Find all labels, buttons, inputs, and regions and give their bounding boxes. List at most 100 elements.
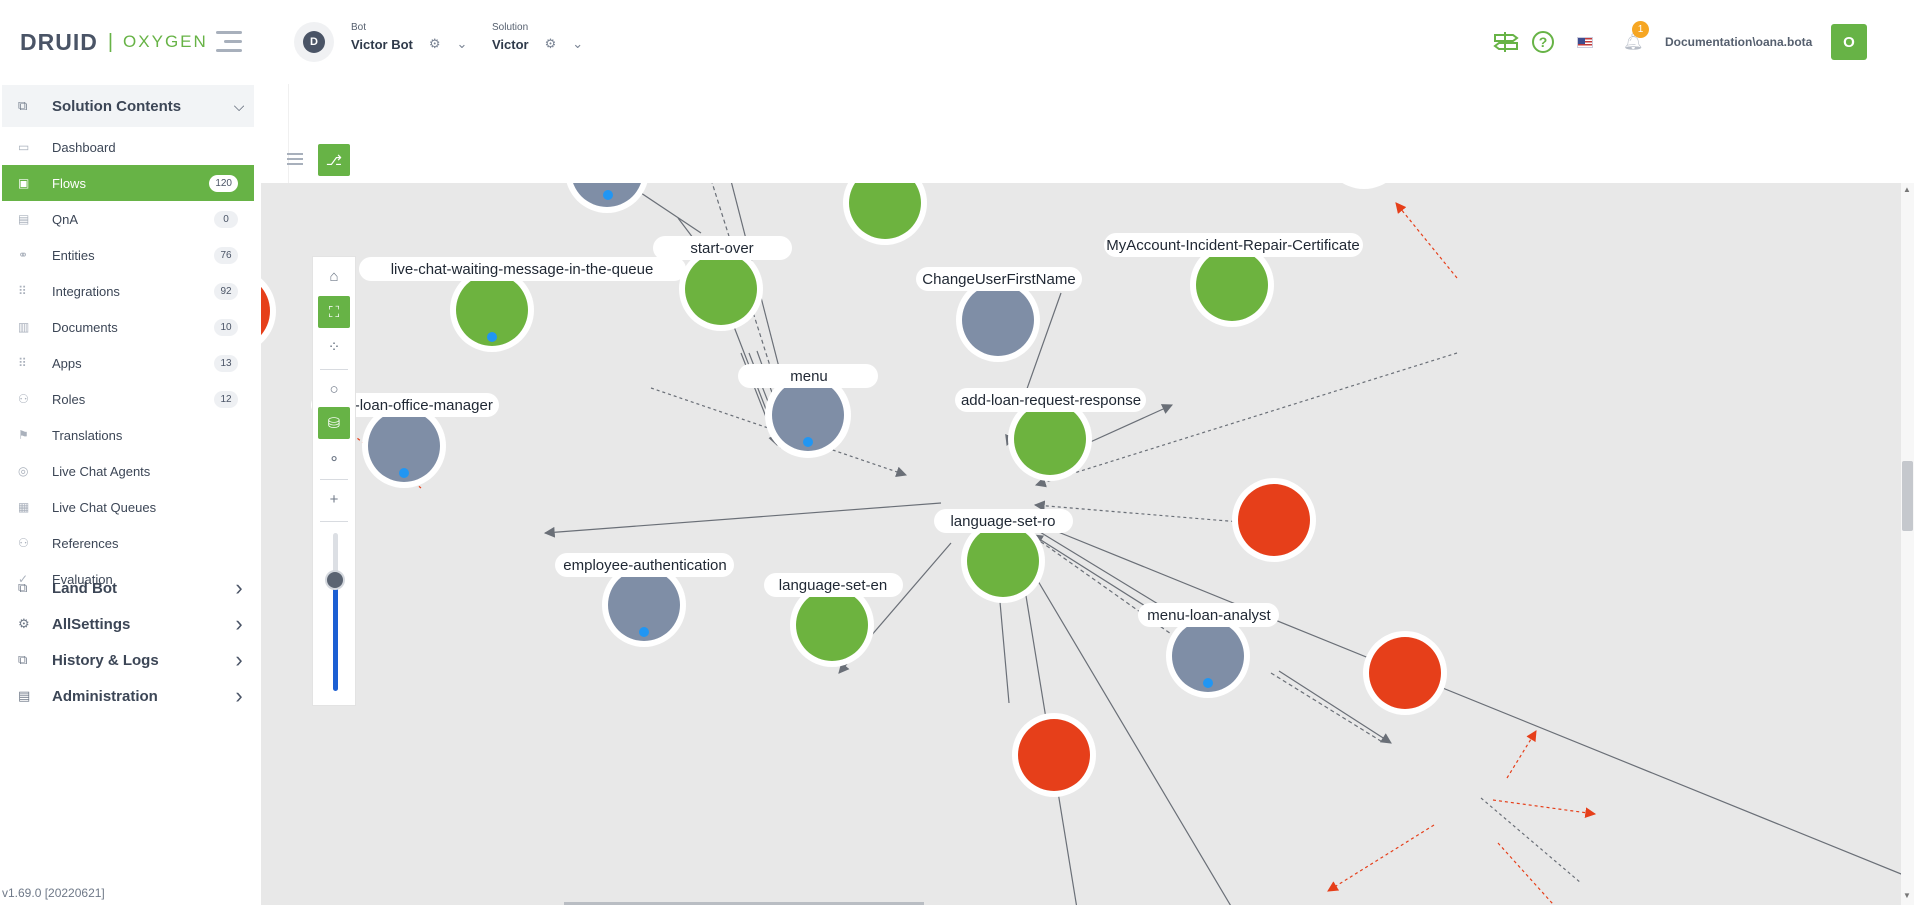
sidebar-item-label: Translations	[52, 427, 123, 443]
flows-icon: ▣	[18, 176, 30, 190]
user-name[interactable]: Documentation\oana.bota	[1665, 35, 1812, 49]
graph-node[interactable]	[565, 183, 649, 213]
sidebar-item-live-chat-agents[interactable]: ◎ Live Chat Agents	[2, 453, 254, 489]
graph-node-employee-authentication[interactable]: employee-authentication	[555, 553, 734, 647]
graph-node-menu[interactable]: menu	[738, 364, 878, 458]
count-badge: 76	[214, 246, 238, 264]
vertical-scrollbar[interactable]: ▲ ▼	[1901, 183, 1914, 905]
list-view-icon[interactable]	[287, 153, 303, 165]
zoom-slider-handle[interactable]	[325, 570, 345, 591]
sidebar-item-references[interactable]: ⚇ References	[2, 525, 254, 561]
bot-avatar: D	[294, 22, 334, 62]
sidebar-section-administration[interactable]: ▤ Administration ›	[2, 678, 254, 714]
brand-separator: |	[107, 30, 114, 53]
graph-node-menu-loan-analyst[interactable]: menu-loan-analyst	[1138, 603, 1279, 698]
language-flag-icon[interactable]	[1577, 36, 1593, 48]
bot-settings-icon[interactable]: ⚙	[429, 36, 441, 52]
user-avatar[interactable]: O	[1831, 24, 1867, 60]
chevron-down-icon: ⌵	[233, 97, 245, 114]
graph-node-hello[interactable]: hello	[816, 183, 955, 245]
node-label: menu-loan-analyst	[1147, 607, 1271, 624]
sidebar-item-flows[interactable]: ▣ Flows 120	[2, 165, 254, 201]
book-icon: ▤	[18, 212, 30, 226]
sidebar-section-solution-contents[interactable]: ⧉ Solution Contents ⌵	[2, 85, 254, 127]
notifications-badge: 1	[1632, 21, 1649, 38]
graph-tool-palette: ⌂ ⛶ ⁘ ○ ⛁ ⚬ +	[312, 256, 356, 706]
sidebar-item-label: Flows	[52, 175, 86, 191]
solution-label: Solution	[492, 22, 529, 33]
graph-node-red[interactable]	[1012, 713, 1096, 797]
count-badge: 120	[209, 174, 238, 192]
brand-logo[interactable]: DRUID | OXYGEN	[20, 29, 208, 55]
scrollbar-thumb[interactable]	[1902, 461, 1913, 531]
sidebar-item-dashboard[interactable]: ▭ Dashboard	[2, 129, 254, 165]
node-label: language-set-en	[779, 577, 887, 594]
sidebar-item-qna[interactable]: ▤ QnA 0	[2, 201, 254, 237]
help-icon[interactable]: ?	[1532, 31, 1554, 53]
layout-nodes-icon[interactable]: ⁘	[318, 331, 350, 363]
sidebar-item-label: Apps	[52, 355, 82, 371]
database-icon[interactable]: ⛁	[318, 407, 350, 439]
node-label: start-over	[690, 240, 753, 257]
sidebar-section-label: Administration	[52, 687, 158, 705]
sidebar-item-translations[interactable]: ⚑ Translations	[2, 417, 254, 453]
graph-node-live-chat-waiting-message[interactable]: live-chat-waiting-message-in-the-queue	[359, 257, 686, 352]
solution-value: Victor	[492, 36, 529, 52]
sidebar-item-label: Live Chat Queues	[52, 499, 157, 515]
sidebar-section-land-bot[interactable]: ⧉ Land Bot ›	[2, 570, 254, 606]
sidebar-item-integrations[interactable]: ⠿ Integrations 92	[2, 273, 254, 309]
node-label: language-set-ro	[950, 513, 1055, 530]
scroll-down-icon[interactable]: ▼	[1903, 891, 1911, 900]
sidebar-section-label: History & Logs	[52, 651, 159, 669]
queue-icon: ▦	[18, 500, 30, 514]
sidebar-item-documents[interactable]: ▥ Documents 10	[2, 309, 254, 345]
flow-graph-canvas[interactable]: hello start-over live-chat-waiting-messa…	[261, 183, 1901, 905]
graph-node-red[interactable]	[261, 268, 276, 354]
graph-node-red[interactable]	[1232, 478, 1316, 562]
sidebar-item-label: Live Chat Agents	[52, 463, 151, 479]
chevron-right-icon: ›	[235, 683, 243, 708]
graph-node-red[interactable]	[1363, 631, 1447, 715]
graph-nodes: hello start-over live-chat-waiting-messa…	[261, 183, 1447, 797]
graph-view-button[interactable]: ⎇	[318, 144, 350, 176]
count-badge: 92	[214, 282, 238, 300]
home-icon[interactable]: ⌂	[318, 260, 350, 292]
notifications-bell-icon[interactable]: 🔔︎ 1	[1623, 21, 1649, 52]
sidebar-item-entities[interactable]: ⚭ Entities 76	[2, 237, 254, 273]
sidebar-item-label: Dashboard	[52, 139, 116, 155]
sidebar-section-label: AllSettings	[52, 615, 131, 633]
signpost-icon[interactable]	[1490, 24, 1522, 60]
sidebar-item-label: Documents	[52, 319, 118, 335]
brand-name: DRUID	[20, 28, 98, 55]
graph-node-add-loan-request-response[interactable]: add-loan-request-response	[955, 388, 1146, 481]
graph-node-language-set-en[interactable]: language-set-en	[764, 573, 903, 667]
relation-icon[interactable]: ⚬	[318, 443, 350, 475]
bot-selector[interactable]: Bot Victor Bot ⚙ ⌄	[351, 22, 467, 62]
sidebar-item-label: References	[52, 535, 119, 551]
sidebar-item-label: Entities	[52, 247, 95, 263]
circle-select-icon[interactable]: ○	[318, 373, 350, 405]
sidebar-section-label: Solution Contents	[52, 97, 182, 115]
fit-to-screen-icon[interactable]: ⛶	[318, 296, 350, 328]
solution-selector[interactable]: Solution Victor ⚙ ⌄	[492, 22, 583, 62]
sidebar-item-live-chat-queues[interactable]: ▦ Live Chat Queues	[2, 489, 254, 525]
solution-settings-icon[interactable]: ⚙	[545, 36, 557, 52]
graph-node-change-user-first-name[interactable]: ChangeUserFirstName	[916, 267, 1082, 362]
scroll-up-icon[interactable]: ▲	[1903, 185, 1911, 194]
graph-node-myaccount-incident[interactable]: MyAccount-Incident-Repair-Certificate	[1104, 233, 1363, 327]
sidebar-item-apps[interactable]: ⠿ Apps 13	[2, 345, 254, 381]
bot-chevron-down-icon[interactable]: ⌄	[457, 36, 468, 52]
sidebar-section-history-logs[interactable]: ⧉ History & Logs ›	[2, 642, 254, 678]
graph-node-start-over[interactable]: start-over	[653, 236, 792, 331]
solution-chevron-down-icon[interactable]: ⌄	[572, 36, 583, 52]
zoom-in-icon[interactable]: +	[318, 483, 350, 515]
menu-toggle-icon[interactable]	[216, 31, 242, 53]
sidebar-section-allsettings[interactable]: ⚙ AllSettings ›	[2, 606, 254, 642]
grid-icon: ⠿	[18, 284, 27, 298]
bot-label: Bot	[351, 22, 367, 33]
chevron-right-icon: ›	[235, 575, 243, 600]
graph-node-language-set-ro[interactable]: language-set-ro	[934, 509, 1073, 603]
graph-node-red[interactable]	[1322, 183, 1406, 189]
document-icon: ▥	[18, 320, 30, 334]
sidebar-item-roles[interactable]: ⚇ Roles 12	[2, 381, 254, 417]
